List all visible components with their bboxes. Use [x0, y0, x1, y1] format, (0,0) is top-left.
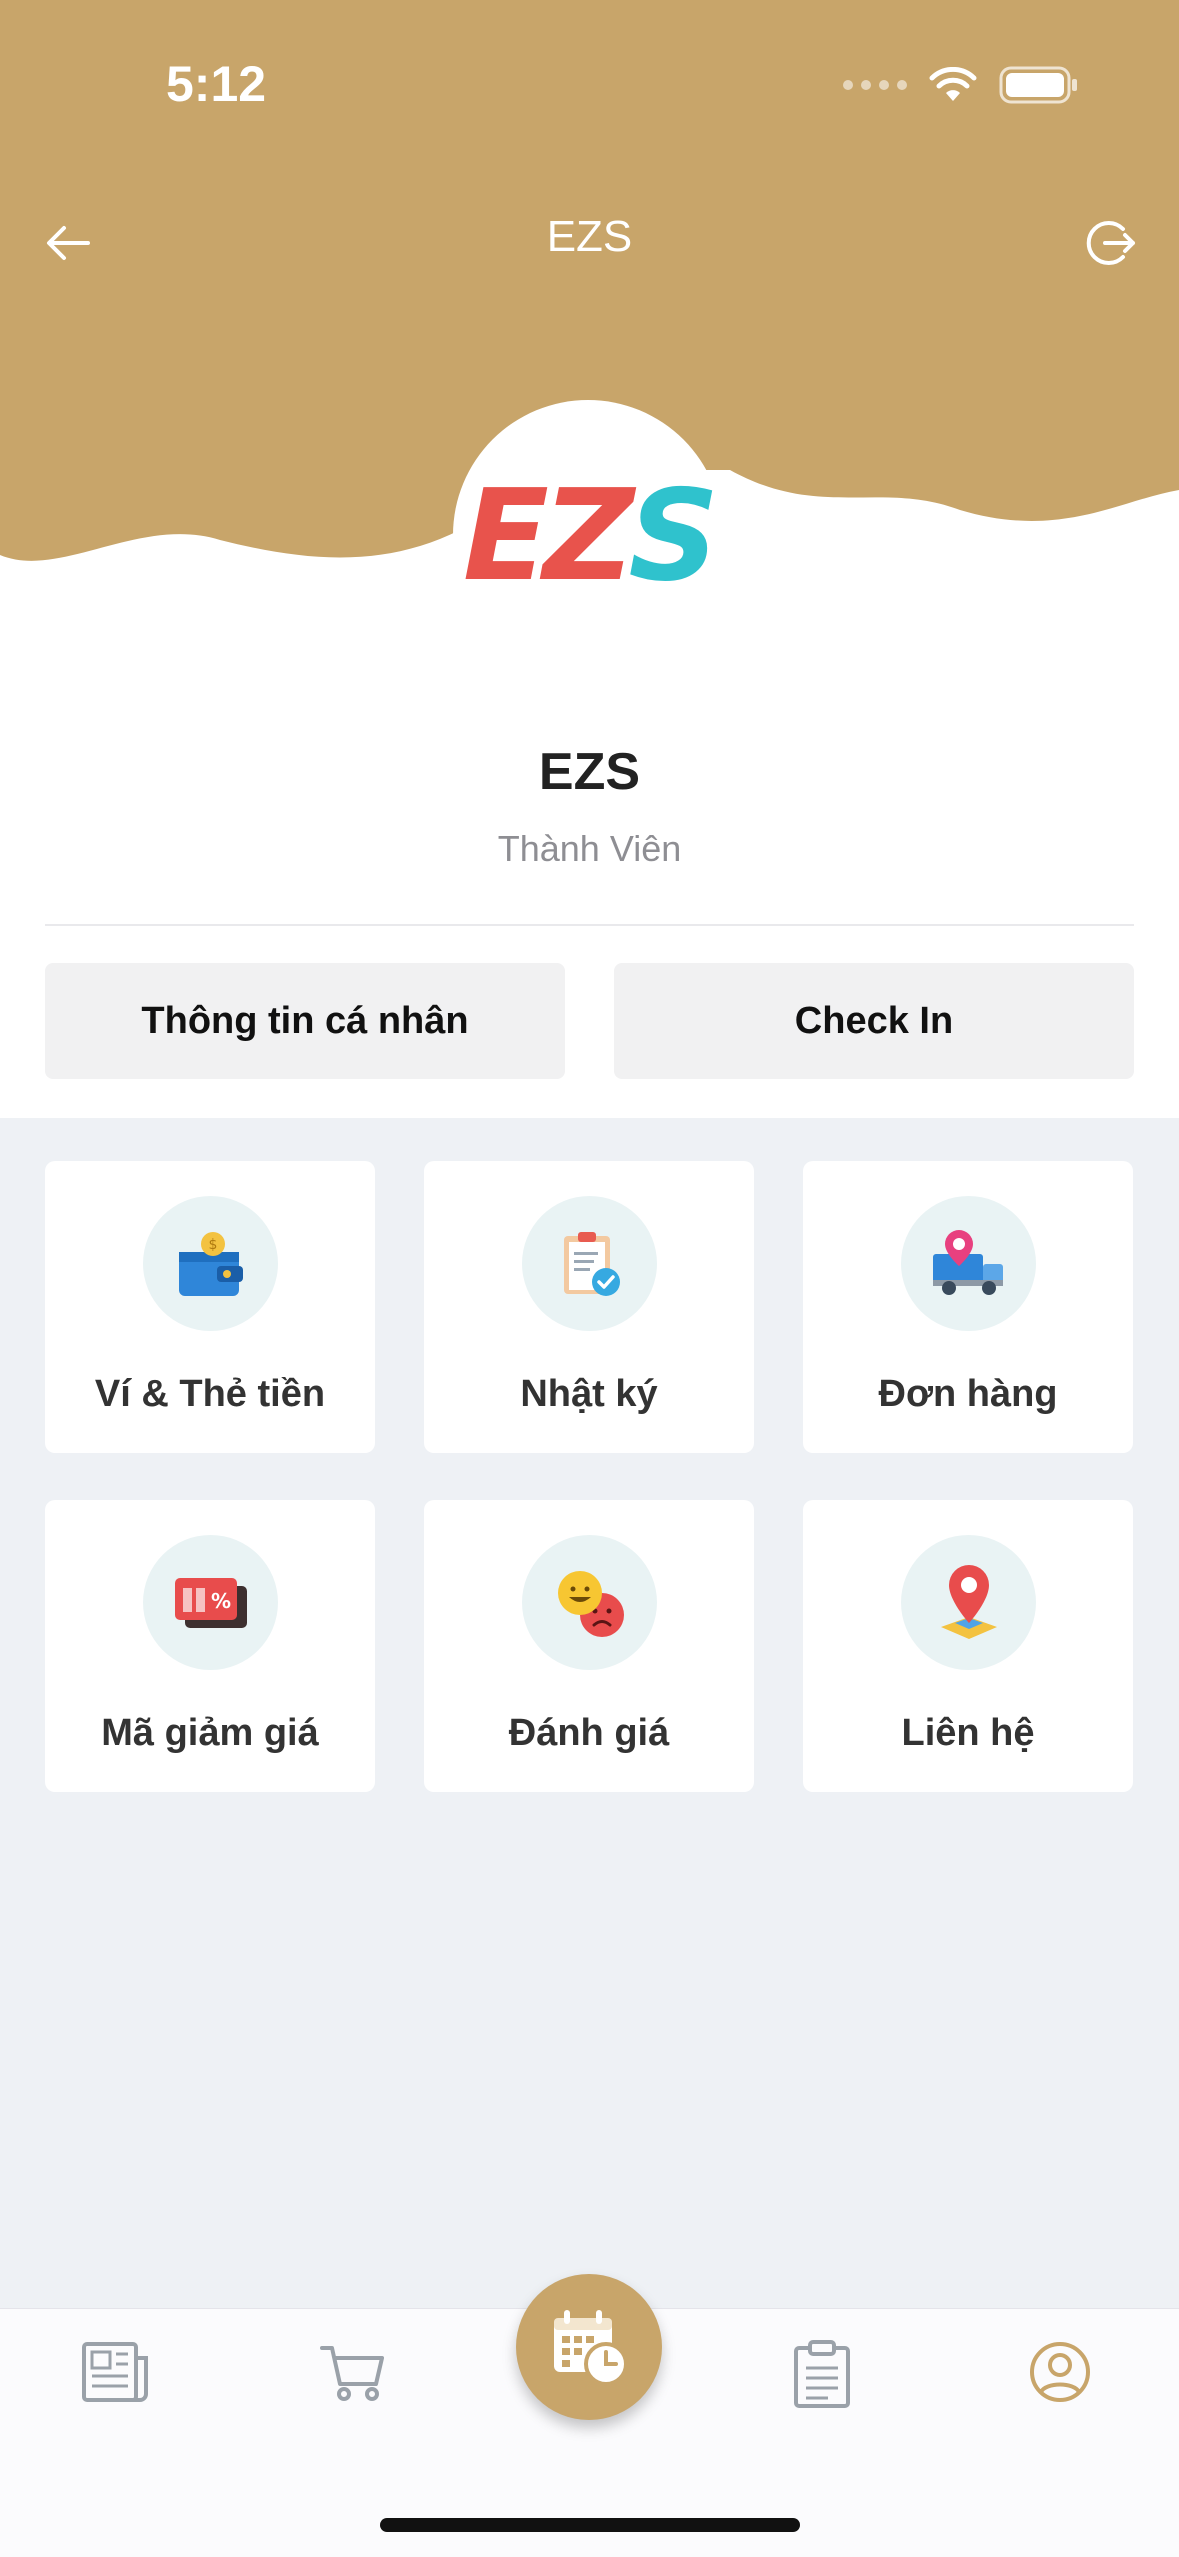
signal-dots-icon	[843, 80, 907, 90]
personal-info-button[interactable]: Thông tin cá nhân	[45, 963, 565, 1079]
menu-label: Đơn hàng	[878, 1373, 1058, 1415]
svg-text:$: $	[208, 1237, 217, 1253]
home-indicator	[380, 2518, 800, 2532]
status-indicators	[843, 65, 1079, 105]
calendar-clock-icon	[554, 2310, 628, 2386]
status-time: 5:12	[166, 56, 267, 112]
tab-profile[interactable]	[1028, 2340, 1092, 2409]
cart-icon	[320, 2346, 384, 2401]
battery-icon	[999, 66, 1077, 104]
menu-label: Nhật ký	[520, 1373, 658, 1415]
svg-text:%: %	[210, 1589, 230, 1613]
menu-card-rating[interactable]: Đánh giá	[424, 1500, 754, 1792]
check-in-button[interactable]: Check In	[614, 963, 1134, 1079]
menu-card-coupon[interactable]: % Mã giảm giá	[45, 1500, 375, 1792]
menu-label: Ví & Thẻ tiền	[94, 1373, 326, 1415]
profile-icon	[1030, 2342, 1090, 2402]
map-pin-icon	[901, 1535, 1036, 1670]
tab-news[interactable]	[80, 2340, 152, 2409]
clipboard-icon	[794, 2340, 850, 2408]
profile-header: 5:12 EZS EZS EZS Thành Viên Thông tin cá…	[0, 0, 1179, 1118]
page-title: EZS	[546, 212, 633, 261]
menu-card-orders[interactable]: Đơn hàng	[803, 1161, 1133, 1453]
menu-card-wallet[interactable]: $ Ví & Thẻ tiền	[45, 1161, 375, 1453]
menu-card-contact[interactable]: Liên hệ	[803, 1500, 1133, 1792]
emoji-rating-icon	[522, 1535, 657, 1670]
logout-button[interactable]	[1083, 215, 1139, 276]
delivery-truck-icon	[901, 1196, 1036, 1331]
logout-icon	[1086, 221, 1135, 265]
tab-checkin-calendar[interactable]	[516, 2274, 662, 2420]
menu-grid: $ Ví & Thẻ tiền Nhật ký Đơn hàng % Mã gi…	[0, 1118, 1179, 2308]
wallet-icon: $	[143, 1196, 278, 1331]
wifi-icon	[929, 67, 977, 101]
tab-cart[interactable]	[318, 2340, 388, 2409]
clipboard-check-icon	[522, 1196, 657, 1331]
news-icon	[82, 2342, 148, 2402]
menu-label: Đánh giá	[508, 1712, 670, 1754]
divider	[45, 924, 1134, 926]
brand-logo: EZS	[462, 462, 719, 609]
menu-label: Liên hệ	[901, 1712, 1035, 1754]
tab-orders[interactable]	[792, 2340, 852, 2415]
gift-coupon-icon: %	[143, 1535, 278, 1670]
menu-card-journal[interactable]: Nhật ký	[424, 1161, 754, 1453]
profile-name: EZS	[538, 743, 641, 801]
menu-label: Mã giảm giá	[101, 1712, 319, 1754]
profile-role: Thành Viên	[497, 828, 682, 869]
avatar: EZS	[453, 400, 723, 670]
